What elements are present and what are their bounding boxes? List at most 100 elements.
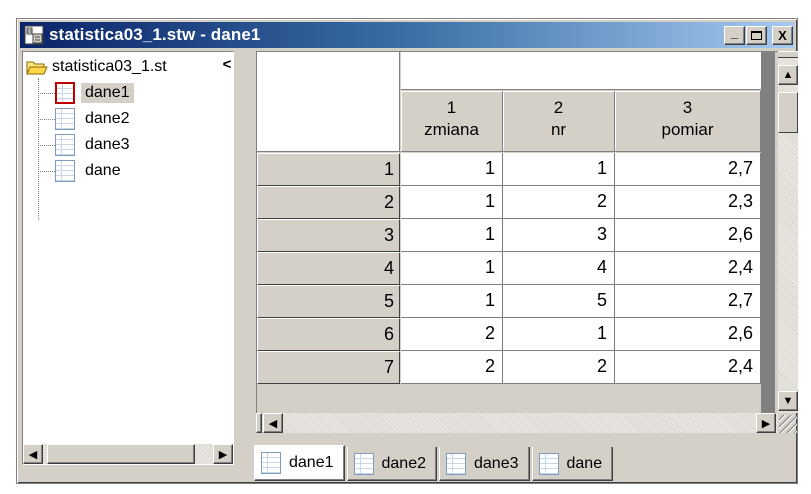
tree-item-label: dane1 [81, 83, 134, 103]
row-header[interactable]: 6 [257, 318, 400, 351]
split-handle[interactable] [778, 51, 798, 58]
tree-truncation-arrow[interactable]: < [220, 56, 233, 74]
tree-item-dane[interactable]: dane [38, 158, 125, 184]
table-cell[interactable]: 1 [503, 153, 615, 186]
arrow-right-icon: ▶ [761, 417, 771, 430]
scroll-right-button[interactable]: ▶ [213, 444, 233, 464]
tab-dane3[interactable]: dane3 [439, 447, 530, 481]
tab-label: dane2 [381, 454, 427, 472]
column-header-zmiana[interactable]: 1 zmiana [401, 91, 503, 152]
resize-grip-icon[interactable] [779, 415, 797, 433]
row-header[interactable]: 5 [257, 285, 400, 318]
table-cell[interactable]: 2 [401, 318, 503, 351]
maximize-icon [751, 31, 762, 40]
arrow-up-icon: ▲ [782, 69, 794, 81]
tree-connector [38, 92, 55, 94]
scroll-down-button[interactable]: ▼ [778, 391, 798, 411]
table-cell[interactable]: 2,6 [615, 219, 761, 252]
scroll-thumb[interactable] [47, 444, 195, 464]
grid-vertical-scrollbar[interactable]: ▲ ▼ [778, 51, 798, 413]
table-cell[interactable]: 1 [401, 186, 503, 219]
scroll-right-button[interactable]: ▶ [756, 413, 776, 433]
row-header[interactable]: 3 [257, 219, 400, 252]
tab-label: dane3 [474, 454, 519, 472]
row-header[interactable]: 1 [257, 153, 400, 186]
column-number: 2 [553, 98, 564, 117]
grid-corner[interactable] [257, 52, 400, 152]
tab-label: dane [566, 454, 603, 472]
scroll-left-button[interactable]: ◀ [263, 413, 283, 433]
spreadsheet-icon [55, 160, 75, 182]
table-cell[interactable]: 2,3 [615, 186, 761, 219]
tab-dane1[interactable]: dane1 [254, 445, 345, 481]
workbook-window: statistica03_1.stw - dane1 _ X statistic… [16, 18, 798, 484]
workbook-icon[interactable] [24, 25, 44, 45]
split-handle[interactable] [256, 413, 262, 433]
tree-item-dane1[interactable]: dane1 [38, 80, 134, 106]
tree-item-dane3[interactable]: dane3 [38, 132, 134, 158]
scroll-up-button[interactable]: ▲ [778, 65, 798, 85]
folder-open-icon [26, 59, 48, 76]
table-cell[interactable]: 2 [503, 186, 615, 219]
title-bar[interactable]: statistica03_1.stw - dane1 _ X [20, 22, 794, 48]
spreadsheet-icon [538, 452, 559, 475]
spreadsheet-icon [353, 452, 374, 475]
tree-connector [38, 170, 55, 172]
table-cell[interactable]: 1 [401, 219, 503, 252]
row-header[interactable]: 2 [257, 186, 400, 219]
sheet-tabs: dane1 dane2 dane3 dane [254, 445, 615, 483]
column-name: pomiar [661, 120, 714, 139]
column-name: zmiana [424, 120, 479, 139]
tree-horizontal-scrollbar[interactable]: ◀ ▶ [23, 444, 233, 464]
tree-root-label: statistica03_1.st [52, 58, 167, 75]
spreadsheet-icon [55, 134, 75, 156]
close-button[interactable]: X [772, 26, 793, 45]
table-cell[interactable]: 1 [401, 153, 503, 186]
spreadsheet-icon [55, 108, 75, 130]
arrow-right-icon: ▶ [218, 448, 228, 461]
table-cell[interactable]: 3 [503, 219, 615, 252]
column-number: 3 [682, 98, 693, 117]
row-header[interactable]: 7 [257, 351, 400, 384]
tree-root[interactable]: statistica03_1.st [23, 56, 167, 78]
table-cell[interactable]: 2,7 [615, 285, 761, 318]
tree-connector [38, 118, 55, 120]
grid-horizontal-scrollbar[interactable]: ◀ ▶ [256, 413, 778, 433]
arrow-left-icon: ◀ [28, 448, 38, 461]
tree-item-label: dane2 [85, 110, 130, 127]
tree-item-label: dane3 [85, 136, 130, 153]
table-cell[interactable]: 5 [503, 285, 615, 318]
table-cell[interactable]: 1 [503, 318, 615, 351]
maximize-button[interactable] [746, 26, 767, 45]
close-icon: X [778, 28, 787, 43]
minimize-icon: _ [730, 25, 739, 40]
spreadsheet-icon [446, 452, 466, 475]
arrow-down-icon: ▼ [782, 395, 794, 407]
table-cell[interactable]: 2,6 [615, 318, 761, 351]
table-cell[interactable]: 2 [503, 351, 615, 384]
table-cell[interactable]: 2 [401, 351, 503, 384]
table-cell[interactable]: 4 [503, 252, 615, 285]
table-cell[interactable]: 1 [401, 285, 503, 318]
tab-dane2[interactable]: dane2 [346, 447, 437, 481]
spreadsheet-grid: 1 zmiana 2 nr 3 pomiar 1 1 1 2,7 2 1 2 2… [256, 51, 797, 413]
workbook-tree: statistica03_1.st < dane1 dane2 dane3 da… [22, 51, 234, 465]
row-header[interactable]: 4 [257, 252, 400, 285]
column-number: 1 [446, 98, 457, 117]
scroll-thumb[interactable] [778, 92, 798, 133]
grid-title-area [401, 52, 761, 90]
tab-label: dane1 [289, 454, 334, 471]
scroll-left-button[interactable]: ◀ [23, 444, 43, 464]
table-cell[interactable]: 1 [401, 252, 503, 285]
column-name: nr [550, 120, 567, 139]
spreadsheet-icon [261, 452, 281, 474]
window-title: statistica03_1.stw - dane1 [49, 25, 261, 44]
table-cell[interactable]: 2,7 [615, 153, 761, 186]
tab-dane[interactable]: dane [531, 447, 614, 481]
minimize-button[interactable]: _ [724, 26, 745, 45]
column-header-pomiar[interactable]: 3 pomiar [615, 91, 761, 152]
column-header-nr[interactable]: 2 nr [503, 91, 615, 152]
table-cell[interactable]: 2,4 [615, 252, 761, 285]
table-cell[interactable]: 2,4 [615, 351, 761, 384]
tree-item-dane2[interactable]: dane2 [38, 106, 134, 132]
